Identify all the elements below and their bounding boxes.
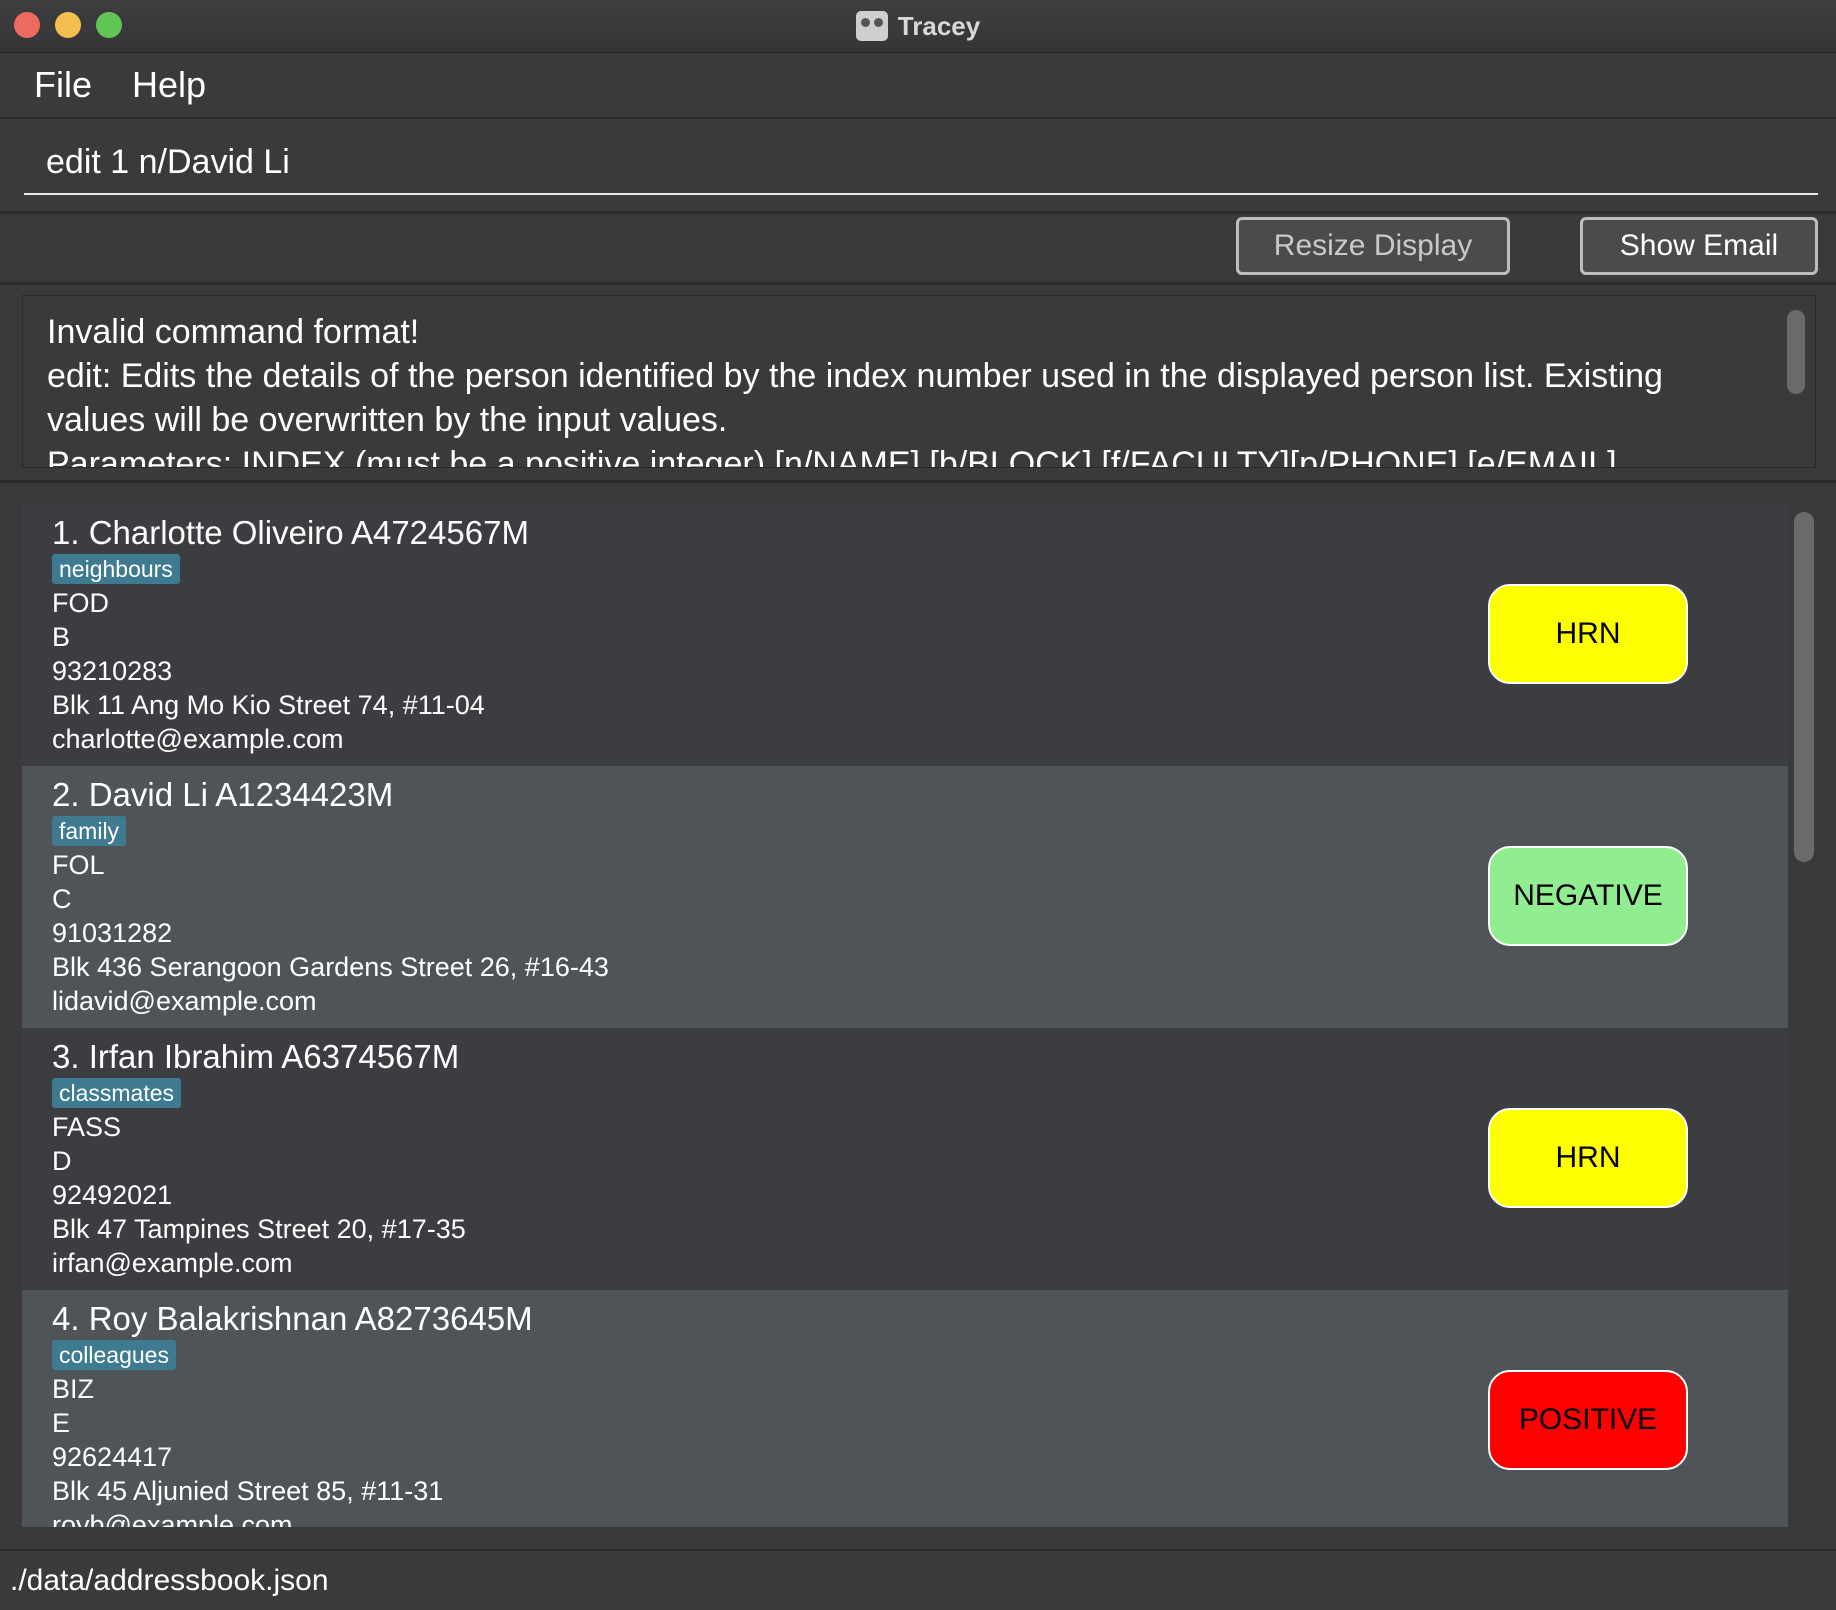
resize-display-button[interactable]: Resize Display bbox=[1236, 217, 1510, 275]
person-name: 1. Charlotte Oliveiro A4724567M bbox=[52, 514, 529, 551]
person-faculty: FOL bbox=[52, 850, 105, 880]
result-text: Invalid command format! edit: Edits the … bbox=[47, 313, 1663, 468]
person-faculty: BIZ bbox=[52, 1374, 95, 1404]
person-faculty: FOD bbox=[52, 588, 109, 618]
person-list-panel: 1. Charlotte Oliveiro A4724567M neighbou… bbox=[0, 484, 1836, 1549]
status-badge: HRN bbox=[1488, 584, 1688, 684]
button-bar: Resize Display Show Email bbox=[0, 214, 1836, 285]
menu-help[interactable]: Help bbox=[132, 64, 206, 106]
person-block: C bbox=[52, 884, 72, 914]
person-card[interactable]: 1. Charlotte Oliveiro A4724567M neighbou… bbox=[22, 504, 1788, 766]
show-email-button[interactable]: Show Email bbox=[1580, 217, 1818, 275]
person-phone: 93210283 bbox=[52, 656, 173, 686]
app-logo-icon bbox=[855, 11, 888, 41]
person-address: Blk 45 Aljunied Street 85, #11-31 bbox=[52, 1476, 444, 1506]
person-block: D bbox=[52, 1146, 72, 1176]
person-address: Blk 47 Tampines Street 20, #17-35 bbox=[52, 1214, 466, 1244]
status-bar: ./data/addressbook.json bbox=[0, 1549, 1836, 1610]
status-badge: POSITIVE bbox=[1488, 1370, 1688, 1470]
result-scrollbar[interactable] bbox=[1787, 310, 1805, 394]
person-email: irfan@example.com bbox=[52, 1248, 293, 1278]
person-card[interactable]: 2. David Li A1234423M family FOL C 91031… bbox=[22, 766, 1788, 1028]
result-display: Invalid command format! edit: Edits the … bbox=[0, 285, 1836, 483]
person-phone: 92624417 bbox=[52, 1442, 173, 1472]
person-block: B bbox=[52, 622, 71, 652]
status-badge: NEGATIVE bbox=[1488, 846, 1688, 946]
title-bar: Tracey bbox=[0, 0, 1836, 53]
person-tag: classmates bbox=[52, 1078, 182, 1108]
save-file-path: ./data/addressbook.json bbox=[10, 1563, 329, 1597]
result-textarea[interactable]: Invalid command format! edit: Edits the … bbox=[22, 295, 1816, 468]
person-tag: colleagues bbox=[52, 1340, 176, 1370]
person-tag: neighbours bbox=[52, 554, 180, 584]
person-email: royb@example.com bbox=[52, 1510, 293, 1527]
menu-file[interactable]: File bbox=[34, 64, 92, 106]
person-tag: family bbox=[52, 816, 127, 846]
title-wrap: Tracey bbox=[0, 0, 1836, 52]
person-name: 3. Irfan Ibrahim A6374567M bbox=[52, 1038, 460, 1075]
command-input[interactable] bbox=[24, 131, 1818, 195]
person-phone: 91031282 bbox=[52, 918, 173, 948]
menu-bar: File Help bbox=[0, 53, 1836, 119]
person-name: 2. David Li A1234423M bbox=[52, 776, 394, 813]
command-box bbox=[0, 119, 1836, 214]
person-address: Blk 436 Serangoon Gardens Street 26, #16… bbox=[52, 952, 609, 982]
person-faculty: FASS bbox=[52, 1112, 122, 1142]
app-window: Tracey File Help Resize Display Show Ema… bbox=[0, 0, 1836, 1610]
window-title: Tracey bbox=[897, 10, 981, 41]
person-card[interactable]: 3. Irfan Ibrahim A6374567M classmates FA… bbox=[22, 1028, 1788, 1290]
person-list-scrollbar[interactable] bbox=[1794, 512, 1814, 862]
person-list: 1. Charlotte Oliveiro A4724567M neighbou… bbox=[22, 504, 1788, 1527]
person-address: Blk 11 Ang Mo Kio Street 74, #11-04 bbox=[52, 690, 485, 720]
person-phone: 92492021 bbox=[52, 1180, 173, 1210]
person-email: lidavid@example.com bbox=[52, 986, 317, 1016]
person-email: charlotte@example.com bbox=[52, 724, 344, 754]
person-block: E bbox=[52, 1408, 71, 1438]
person-name: 4. Roy Balakrishnan A8273645M bbox=[52, 1300, 533, 1337]
person-card[interactable]: 4. Roy Balakrishnan A8273645M colleagues… bbox=[22, 1290, 1788, 1527]
status-badge: HRN bbox=[1488, 1108, 1688, 1208]
